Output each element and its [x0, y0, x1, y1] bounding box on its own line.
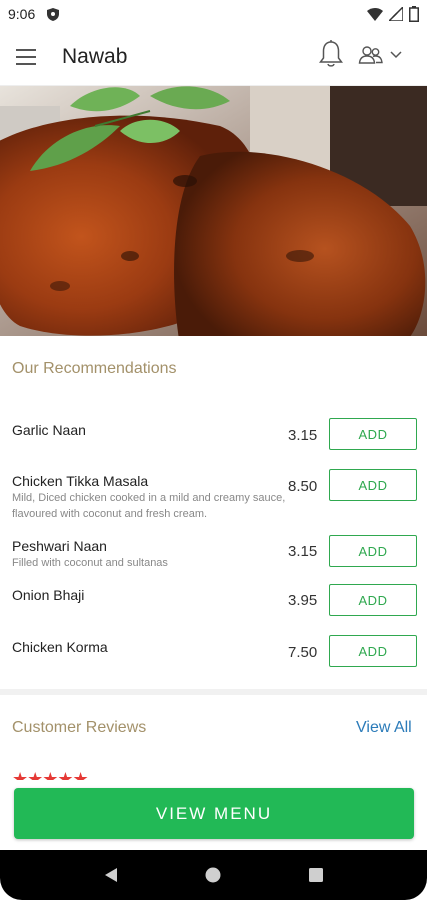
hero-food-image	[0, 86, 427, 336]
item-price: 8.50	[288, 478, 318, 495]
add-button[interactable]: ADD	[329, 535, 417, 567]
wifi-icon	[367, 8, 383, 21]
home-icon[interactable]	[198, 860, 228, 890]
add-button[interactable]: ADD	[329, 635, 417, 667]
status-time: 9:06	[8, 6, 36, 22]
item-name: Peshwari Naan	[12, 538, 107, 554]
add-button[interactable]: ADD	[329, 584, 417, 616]
signal-icon	[389, 7, 403, 21]
recents-icon[interactable]	[301, 860, 331, 890]
profile-menu[interactable]	[358, 42, 410, 68]
battery-icon	[409, 6, 419, 22]
system-nav-bar	[0, 850, 427, 900]
menu-icon[interactable]	[16, 42, 46, 72]
review-preview: ★★★★★	[12, 770, 416, 780]
item-name: Chicken Tikka Masala	[12, 473, 149, 489]
shield-icon	[47, 7, 60, 21]
recommendations-title: Our Recommendations	[12, 360, 177, 377]
chevron-down-icon	[390, 51, 402, 59]
users-icon	[358, 46, 383, 64]
bell-icon[interactable]	[318, 39, 344, 69]
item-price: 3.15	[288, 427, 318, 444]
section-divider	[0, 689, 427, 695]
star-rating-icon: ★★★★★	[12, 770, 89, 780]
page-title: Nawab	[62, 44, 128, 68]
reviews-title: Customer Reviews	[12, 719, 147, 736]
add-button[interactable]: ADD	[329, 469, 417, 501]
item-description: Mild, Diced chicken cooked in a mild and…	[12, 492, 286, 520]
status-bar: 9:06	[0, 0, 427, 28]
view-all-link[interactable]: View All	[356, 719, 412, 737]
item-name: Onion Bhaji	[12, 587, 85, 603]
back-icon[interactable]	[96, 860, 126, 890]
view-menu-button[interactable]: VIEW MENU	[14, 788, 414, 839]
item-name: Garlic Naan	[12, 422, 86, 438]
item-price: 3.15	[288, 543, 318, 560]
item-price: 7.50	[288, 644, 318, 661]
add-button[interactable]: ADD	[329, 418, 417, 450]
app-bar: Nawab	[0, 28, 427, 86]
item-description: Filled with coconut and sultanas	[12, 557, 168, 569]
item-name: Chicken Korma	[12, 639, 108, 655]
item-price: 3.95	[288, 592, 318, 609]
